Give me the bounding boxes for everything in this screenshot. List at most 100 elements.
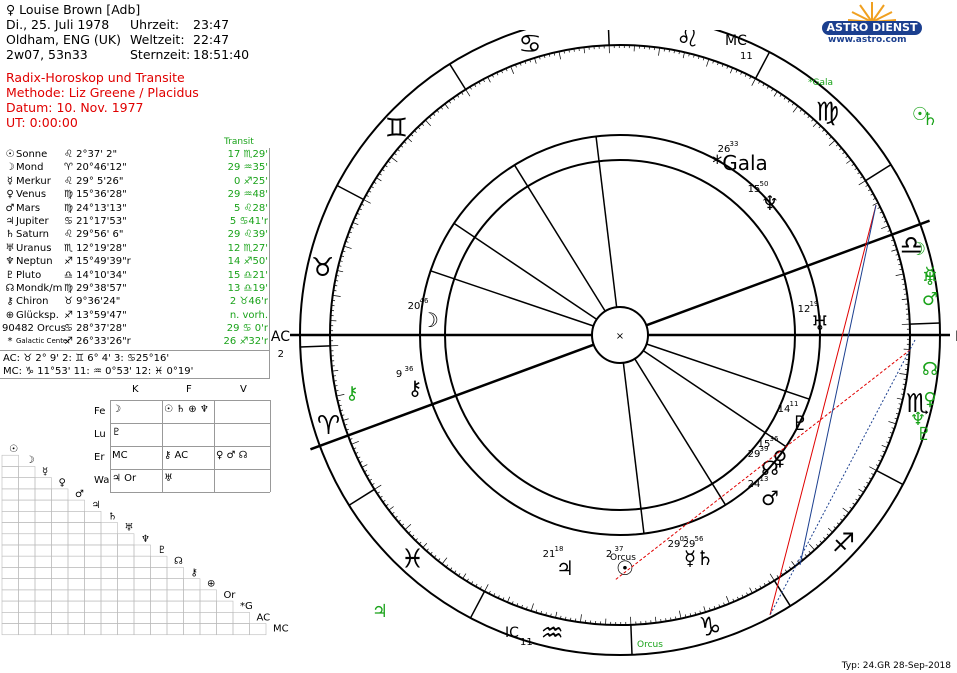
degree-tick bbox=[487, 76, 491, 83]
aspect-cell bbox=[166, 612, 184, 624]
aspect-cell bbox=[84, 567, 102, 579]
house-cusp bbox=[642, 350, 787, 448]
degree-tick bbox=[679, 610, 682, 619]
planet-position: ♐ 15°49'39"r bbox=[64, 256, 131, 268]
zodiac-sign-glyph: ♈ bbox=[317, 411, 340, 441]
aspect-cell bbox=[84, 522, 102, 535]
zodiac-sign-glyph: ♉ bbox=[311, 253, 334, 283]
aspect-cell bbox=[51, 511, 69, 523]
planet-position: ♋ 28°37'28" bbox=[64, 323, 127, 335]
planet-row: ♀ Venus ♍ 15°36'28" 29 ♒48' bbox=[2, 188, 270, 201]
aspect-cell bbox=[232, 612, 250, 624]
degree-tick bbox=[895, 273, 904, 276]
aspect-cell bbox=[18, 511, 36, 523]
planet-row: ☿ Merkur ♌ 29° 5'26" 0 ♐25' bbox=[2, 175, 270, 188]
aspect-cell bbox=[117, 623, 135, 636]
planet-row: ♇ Pluto ♎ 14°10'34" 15 ♎21' bbox=[2, 269, 270, 282]
aspect-cell bbox=[1, 488, 19, 501]
planet-name: Chiron bbox=[16, 296, 49, 308]
aspect-cell bbox=[1, 544, 19, 557]
aspect-cell bbox=[117, 578, 135, 591]
planet-transit: 13 ♎19' bbox=[227, 282, 268, 294]
aspect-cell bbox=[34, 544, 52, 557]
aspect-cell bbox=[84, 544, 102, 557]
element-cell-f: ☉ ♄ ⊕ ♆ bbox=[164, 404, 209, 415]
degree-tick bbox=[751, 78, 756, 86]
female-icon: ♀ bbox=[6, 2, 16, 17]
transit-planet-glyph: ♀ bbox=[923, 389, 936, 410]
aspect-cell bbox=[1, 578, 19, 591]
planet-transit: 5 ♋41'r bbox=[229, 215, 268, 227]
transit-planet-glyph: ♇ bbox=[916, 424, 932, 445]
aspect-cell bbox=[1, 499, 19, 512]
planet-transit: 29 ♌39' bbox=[227, 229, 268, 241]
aspect-cell bbox=[51, 555, 69, 568]
aspect-grid-glyph: Or bbox=[223, 590, 236, 601]
aspect-cell bbox=[84, 623, 102, 636]
aspect-cell bbox=[84, 589, 102, 602]
degree-tick bbox=[374, 484, 382, 490]
zodiac-sign-glyph: ♒ bbox=[541, 618, 564, 648]
aspect-cell bbox=[150, 600, 168, 613]
planet-glyph: ☉ bbox=[5, 149, 15, 160]
planet-row: ⚷ Chiron ♉ 9°36'24" 2 ♉46'r bbox=[2, 295, 270, 308]
aspect-cell bbox=[51, 522, 69, 535]
aspect-cell bbox=[34, 477, 52, 490]
aspect-cell bbox=[150, 578, 168, 591]
time-label: Uhrzeit: bbox=[130, 17, 180, 32]
aspect-grid-glyph: ♅ bbox=[124, 523, 133, 534]
aspect-cell bbox=[100, 555, 118, 568]
aspect-cell bbox=[18, 589, 36, 602]
aspect-cell bbox=[199, 612, 217, 624]
aspect-cell bbox=[67, 511, 85, 523]
aspect-cell bbox=[166, 600, 184, 613]
aspect-cell bbox=[216, 600, 234, 613]
aspect-cell bbox=[34, 555, 52, 568]
radix-planet-degree: 20 bbox=[408, 301, 421, 312]
planet-transit: 17 ♏29' bbox=[227, 149, 268, 160]
aspect-grid-glyph: AC bbox=[256, 612, 270, 623]
aspect-cell bbox=[117, 600, 135, 613]
aspect-cell bbox=[18, 578, 36, 591]
aspect-cell bbox=[216, 623, 234, 636]
degree-tick bbox=[773, 91, 778, 97]
planet-position: ♌ 2°37' 2" bbox=[64, 149, 118, 160]
sign-boundary bbox=[876, 469, 904, 486]
aspect-cell bbox=[100, 623, 118, 636]
ic-label: IC bbox=[505, 625, 519, 641]
horoscope-wheel: ♑♒♓♈♉♊♋♌♍♎♏♐AC2DC2MC11IC11×☽2046⚷936♃211… bbox=[271, 30, 957, 656]
houses-line-2: MC: ♑ 11°53' 11: ♒ 0°53' 12: ♓ 0°19' bbox=[3, 366, 194, 378]
aspect-cell bbox=[100, 522, 118, 535]
planet-glyph: ♇ bbox=[5, 269, 15, 281]
planet-glyph: ♄ bbox=[5, 229, 15, 241]
sign-boundary bbox=[469, 591, 486, 619]
element-cell-k: ♇ bbox=[112, 427, 121, 438]
aspect-cell bbox=[199, 623, 217, 636]
center-mark: × bbox=[616, 331, 624, 342]
coordinates: 2w07, 53n33 bbox=[6, 47, 88, 62]
aspect-grid-glyph: ☿ bbox=[42, 466, 48, 477]
radix-planet-glyph: ♆ bbox=[761, 191, 779, 215]
aspect-cell bbox=[1, 612, 19, 624]
planet-name: Sonne bbox=[16, 149, 48, 160]
aspect-cell bbox=[133, 600, 151, 613]
transit-planet-glyph: ☽ bbox=[910, 239, 926, 260]
planet-glyph: ⊕ bbox=[5, 309, 15, 321]
aspect-cell bbox=[34, 533, 52, 546]
planet-table: ☉ Sonne ♌ 2°37' 2" 17 ♏29' ☽ Mond ♈ 20°46'12" 2… bbox=[2, 148, 270, 349]
degree-tick bbox=[769, 573, 775, 581]
aspect-cell bbox=[166, 578, 184, 591]
aspect-cell bbox=[133, 555, 151, 568]
aspect-cell bbox=[100, 544, 118, 557]
degree-tick bbox=[336, 394, 345, 397]
sign-boundary bbox=[607, 30, 610, 46]
planet-transit: 14 ♐50' bbox=[227, 256, 268, 268]
aspect-cell bbox=[51, 533, 69, 546]
sign-boundary bbox=[449, 63, 467, 90]
sign-boundary bbox=[909, 322, 940, 325]
planet-position: ♍ 24°13'13" bbox=[64, 202, 127, 214]
aspect-cell bbox=[1, 600, 19, 613]
aspect-cell bbox=[133, 544, 151, 557]
aspect-cell bbox=[117, 612, 135, 624]
aspect-cell bbox=[18, 533, 36, 546]
